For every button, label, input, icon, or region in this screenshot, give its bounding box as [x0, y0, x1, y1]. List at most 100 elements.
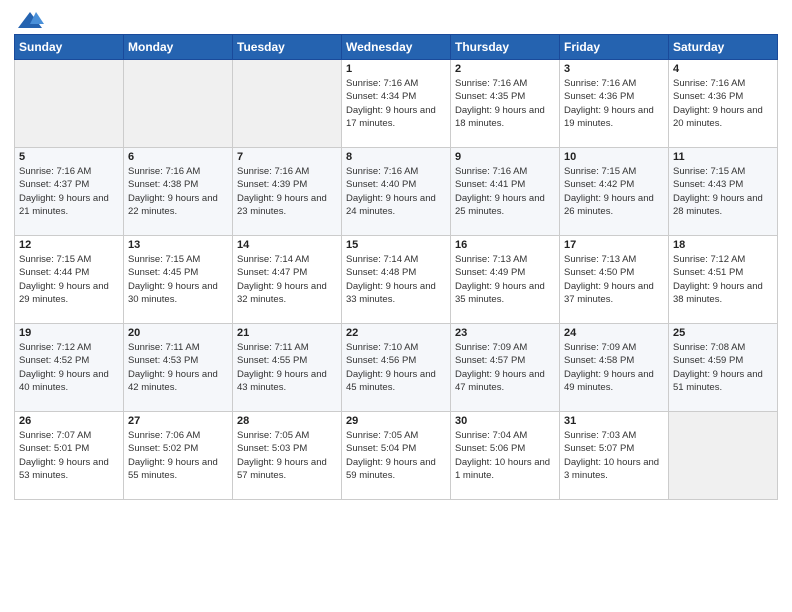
day-info: Sunrise: 7:08 AM Sunset: 4:59 PM Dayligh…	[673, 341, 773, 394]
day-info: Sunrise: 7:16 AM Sunset: 4:37 PM Dayligh…	[19, 165, 119, 218]
table-row: 4 Sunrise: 7:16 AM Sunset: 4:36 PM Daylig…	[669, 60, 778, 148]
day-info: Sunrise: 7:06 AM Sunset: 5:02 PM Dayligh…	[128, 429, 228, 482]
table-row: 18 Sunrise: 7:12 AM Sunset: 4:51 PM Dayli…	[669, 236, 778, 324]
table-row: 29 Sunrise: 7:05 AM Sunset: 5:04 PM Dayli…	[342, 412, 451, 500]
day-info: Sunrise: 7:16 AM Sunset: 4:40 PM Dayligh…	[346, 165, 446, 218]
day-info: Sunrise: 7:16 AM Sunset: 4:36 PM Dayligh…	[564, 77, 664, 130]
calendar-week-row: 19Sunrise: 7:12 AM Sunset: 4:52 PM Dayli…	[15, 324, 778, 412]
day-info: Sunrise: 7:15 AM Sunset: 4:43 PM Dayligh…	[673, 165, 773, 218]
day-info: Sunrise: 7:15 AM Sunset: 4:42 PM Dayligh…	[564, 165, 664, 218]
logo	[14, 10, 44, 32]
day-info: Sunrise: 7:13 AM Sunset: 4:49 PM Dayligh…	[455, 253, 555, 306]
day-info: Sunrise: 7:12 AM Sunset: 4:51 PM Dayligh…	[673, 253, 773, 306]
col-sunday: Sunday	[15, 35, 124, 60]
col-friday: Friday	[560, 35, 669, 60]
day-number: 2	[455, 63, 555, 75]
col-wednesday: Wednesday	[342, 35, 451, 60]
table-row: 20 Sunrise: 7:11 AM Sunset: 4:53 PM Dayli…	[124, 324, 233, 412]
day-info: Sunrise: 7:14 AM Sunset: 4:47 PM Dayligh…	[237, 253, 337, 306]
day-number: 11	[673, 151, 773, 163]
table-row	[124, 60, 233, 148]
day-number: 1	[346, 63, 446, 75]
calendar-week-row: 5Sunrise: 7:16 AM Sunset: 4:37 PM Daylig…	[15, 148, 778, 236]
day-number: 28	[237, 415, 337, 427]
col-thursday: Thursday	[451, 35, 560, 60]
table-row: 16 Sunrise: 7:13 AM Sunset: 4:49 PM Dayli…	[451, 236, 560, 324]
day-number: 22	[346, 327, 446, 339]
table-row: 14 Sunrise: 7:14 AM Sunset: 4:47 PM Dayli…	[233, 236, 342, 324]
day-number: 9	[455, 151, 555, 163]
day-number: 18	[673, 239, 773, 251]
table-row: 3 Sunrise: 7:16 AM Sunset: 4:36 PM Daylig…	[560, 60, 669, 148]
col-tuesday: Tuesday	[233, 35, 342, 60]
table-row: 10 Sunrise: 7:15 AM Sunset: 4:42 PM Dayli…	[560, 148, 669, 236]
table-row: 21 Sunrise: 7:11 AM Sunset: 4:55 PM Dayli…	[233, 324, 342, 412]
day-info: Sunrise: 7:16 AM Sunset: 4:35 PM Dayligh…	[455, 77, 555, 130]
day-info: Sunrise: 7:16 AM Sunset: 4:39 PM Dayligh…	[237, 165, 337, 218]
table-row: 9Sunrise: 7:16 AM Sunset: 4:41 PM Daylig…	[451, 148, 560, 236]
day-number: 17	[564, 239, 664, 251]
day-info: Sunrise: 7:11 AM Sunset: 4:53 PM Dayligh…	[128, 341, 228, 394]
table-row: 28 Sunrise: 7:05 AM Sunset: 5:03 PM Dayli…	[233, 412, 342, 500]
day-info: Sunrise: 7:15 AM Sunset: 4:44 PM Dayligh…	[19, 253, 119, 306]
table-row: 23Sunrise: 7:09 AM Sunset: 4:57 PM Dayli…	[451, 324, 560, 412]
day-number: 6	[128, 151, 228, 163]
day-info: Sunrise: 7:10 AM Sunset: 4:56 PM Dayligh…	[346, 341, 446, 394]
table-row: 6 Sunrise: 7:16 AM Sunset: 4:38 PM Daylig…	[124, 148, 233, 236]
table-row	[15, 60, 124, 148]
day-number: 31	[564, 415, 664, 427]
table-row: 25Sunrise: 7:08 AM Sunset: 4:59 PM Dayli…	[669, 324, 778, 412]
day-info: Sunrise: 7:16 AM Sunset: 4:38 PM Dayligh…	[128, 165, 228, 218]
col-monday: Monday	[124, 35, 233, 60]
calendar-table: Sunday Monday Tuesday Wednesday Thursday…	[14, 34, 778, 500]
table-row: 27Sunrise: 7:06 AM Sunset: 5:02 PM Dayli…	[124, 412, 233, 500]
day-number: 15	[346, 239, 446, 251]
table-row: 2 Sunrise: 7:16 AM Sunset: 4:35 PM Daylig…	[451, 60, 560, 148]
logo-area	[14, 10, 44, 26]
table-row: 13Sunrise: 7:15 AM Sunset: 4:45 PM Dayli…	[124, 236, 233, 324]
table-row: 5Sunrise: 7:16 AM Sunset: 4:37 PM Daylig…	[15, 148, 124, 236]
day-info: Sunrise: 7:09 AM Sunset: 4:58 PM Dayligh…	[564, 341, 664, 394]
day-info: Sunrise: 7:05 AM Sunset: 5:04 PM Dayligh…	[346, 429, 446, 482]
calendar-week-row: 26 Sunrise: 7:07 AM Sunset: 5:01 PM Dayli…	[15, 412, 778, 500]
day-number: 21	[237, 327, 337, 339]
calendar-header-row: Sunday Monday Tuesday Wednesday Thursday…	[15, 35, 778, 60]
table-row	[669, 412, 778, 500]
table-row: 7Sunrise: 7:16 AM Sunset: 4:39 PM Daylig…	[233, 148, 342, 236]
table-row: 1 Sunrise: 7:16 AM Sunset: 4:34 PM Daylig…	[342, 60, 451, 148]
table-row: 11 Sunrise: 7:15 AM Sunset: 4:43 PM Dayli…	[669, 148, 778, 236]
table-row	[233, 60, 342, 148]
day-info: Sunrise: 7:16 AM Sunset: 4:36 PM Dayligh…	[673, 77, 773, 130]
day-number: 16	[455, 239, 555, 251]
calendar-week-row: 12 Sunrise: 7:15 AM Sunset: 4:44 PM Dayli…	[15, 236, 778, 324]
day-info: Sunrise: 7:14 AM Sunset: 4:48 PM Dayligh…	[346, 253, 446, 306]
day-number: 29	[346, 415, 446, 427]
day-number: 4	[673, 63, 773, 75]
day-number: 30	[455, 415, 555, 427]
col-saturday: Saturday	[669, 35, 778, 60]
table-row: 24Sunrise: 7:09 AM Sunset: 4:58 PM Dayli…	[560, 324, 669, 412]
table-row: 15 Sunrise: 7:14 AM Sunset: 4:48 PM Dayli…	[342, 236, 451, 324]
day-number: 3	[564, 63, 664, 75]
calendar-page: Sunday Monday Tuesday Wednesday Thursday…	[0, 0, 792, 612]
day-info: Sunrise: 7:11 AM Sunset: 4:55 PM Dayligh…	[237, 341, 337, 394]
table-row: 19Sunrise: 7:12 AM Sunset: 4:52 PM Dayli…	[15, 324, 124, 412]
day-number: 14	[237, 239, 337, 251]
day-info: Sunrise: 7:12 AM Sunset: 4:52 PM Dayligh…	[19, 341, 119, 394]
day-info: Sunrise: 7:15 AM Sunset: 4:45 PM Dayligh…	[128, 253, 228, 306]
day-info: Sunrise: 7:13 AM Sunset: 4:50 PM Dayligh…	[564, 253, 664, 306]
day-info: Sunrise: 7:07 AM Sunset: 5:01 PM Dayligh…	[19, 429, 119, 482]
day-info: Sunrise: 7:09 AM Sunset: 4:57 PM Dayligh…	[455, 341, 555, 394]
day-info: Sunrise: 7:04 AM Sunset: 5:06 PM Dayligh…	[455, 429, 555, 482]
day-number: 10	[564, 151, 664, 163]
day-number: 26	[19, 415, 119, 427]
table-row: 26 Sunrise: 7:07 AM Sunset: 5:01 PM Dayli…	[15, 412, 124, 500]
table-row: 22 Sunrise: 7:10 AM Sunset: 4:56 PM Dayli…	[342, 324, 451, 412]
day-info: Sunrise: 7:16 AM Sunset: 4:34 PM Dayligh…	[346, 77, 446, 130]
logo-icon	[16, 10, 44, 32]
day-info: Sunrise: 7:05 AM Sunset: 5:03 PM Dayligh…	[237, 429, 337, 482]
table-row: 8Sunrise: 7:16 AM Sunset: 4:40 PM Daylig…	[342, 148, 451, 236]
table-row: 12 Sunrise: 7:15 AM Sunset: 4:44 PM Dayli…	[15, 236, 124, 324]
day-number: 12	[19, 239, 119, 251]
day-number: 20	[128, 327, 228, 339]
